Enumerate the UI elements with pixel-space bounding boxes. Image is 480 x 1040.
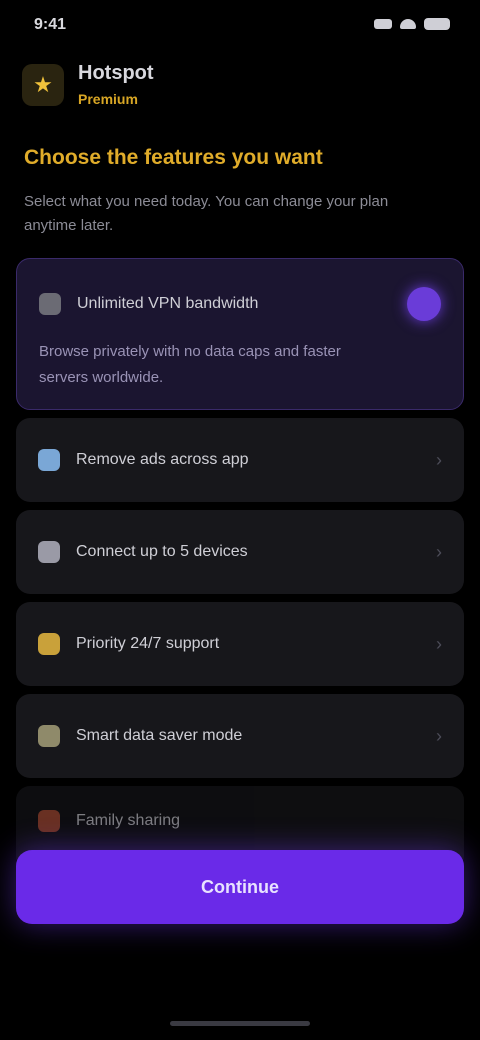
feature-row: Remove ads across app › (38, 418, 442, 502)
home-indicator (170, 1021, 310, 1026)
page-subtitle: Select what you need today. You can chan… (24, 193, 389, 234)
feature-icon (38, 633, 60, 655)
feature-card-2[interactable]: Remove ads across app › (16, 418, 464, 502)
feature-description: Browse privately with no data caps and f… (39, 343, 341, 386)
feature-icon (38, 810, 60, 832)
feature-title: Unlimited VPN bandwidth (77, 295, 259, 312)
status-bar: 9:41 (0, 0, 480, 56)
chevron-right-icon: › (436, 541, 442, 562)
feature-icon (39, 293, 61, 315)
feature-row: Unlimited VPN bandwidth (39, 287, 441, 321)
signal-icon (374, 19, 392, 29)
feature-title: Smart data saver mode (76, 727, 243, 744)
feature-title: Remove ads across app (76, 451, 249, 468)
feature-icon (38, 725, 60, 747)
wifi-icon (400, 19, 416, 29)
feature-row: Priority 24/7 support › (38, 602, 442, 686)
app-name: Hotspot (78, 62, 154, 84)
feature-toggle[interactable] (407, 287, 441, 321)
feature-card-4[interactable]: Priority 24/7 support › (16, 602, 464, 686)
status-time: 9:41 (34, 16, 67, 33)
feature-title: Family sharing (76, 812, 181, 829)
chevron-right-icon: › (436, 725, 442, 746)
feature-title: Connect up to 5 devices (76, 543, 248, 560)
feature-card-1[interactable]: Unlimited VPN bandwidth Browse privately… (16, 258, 464, 410)
app-tagline: Premium (78, 91, 138, 107)
feature-icon (38, 541, 60, 563)
feature-card-5[interactable]: Smart data saver mode › (16, 694, 464, 778)
continue-button[interactable]: Continue (16, 850, 464, 924)
status-icons (374, 18, 450, 30)
feature-card-3[interactable]: Connect up to 5 devices › (16, 510, 464, 594)
feature-row: Family sharing (38, 786, 442, 856)
page-title: Choose the features you want (24, 146, 323, 169)
feature-title: Priority 24/7 support (76, 635, 220, 652)
chevron-right-icon: › (436, 449, 442, 470)
feature-row: Connect up to 5 devices › (38, 510, 442, 594)
feature-row: Smart data saver mode › (38, 694, 442, 778)
chevron-right-icon: › (436, 633, 442, 654)
battery-icon (424, 18, 450, 30)
app-logo-icon: ★ (22, 63, 64, 106)
brand-names: Hotspot Premium (78, 62, 154, 107)
feature-icon (38, 449, 60, 471)
brand-header: ★ Hotspot Premium (22, 62, 154, 107)
